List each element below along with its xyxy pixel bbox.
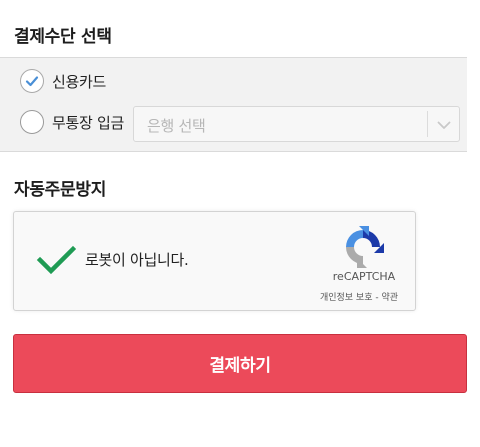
radio-label-bank-transfer: 무통장 입금 xyxy=(52,113,124,132)
radio-checked-icon[interactable] xyxy=(20,69,44,93)
chevron-down-icon[interactable] xyxy=(435,116,453,134)
recaptcha-terms-link[interactable]: 약관 xyxy=(381,293,398,303)
radio-option-credit-card[interactable]: 신용카드 xyxy=(20,69,106,93)
bank-select-dropdown[interactable]: 은행 선택 xyxy=(133,106,460,142)
recaptcha-links: 개인정보 보호 - 약관 xyxy=(306,290,412,303)
anti-bot-title: 자동주문방지 xyxy=(14,180,107,200)
radio-unchecked-icon[interactable] xyxy=(20,110,44,134)
bank-select-divider xyxy=(427,111,428,137)
bank-select-placeholder: 은행 선택 xyxy=(147,117,206,135)
recaptcha-brand: reCAPTCHA xyxy=(332,270,396,283)
recaptcha-checkbox-label: 로봇이 아닙니다. xyxy=(85,251,189,269)
pay-button[interactable]: 결제하기 xyxy=(13,334,467,393)
recaptcha-logo-icon xyxy=(346,226,384,268)
recaptcha-privacy-link[interactable]: 개인정보 보호 xyxy=(320,293,373,303)
recaptcha-checkmark-icon[interactable] xyxy=(36,245,76,277)
radio-option-bank-transfer[interactable]: 무통장 입금 xyxy=(20,110,124,134)
recaptcha-widget: 로봇이 아닙니다. reCAPTCHA 개인정보 보호 - 약관 xyxy=(13,211,416,311)
payment-method-title: 결제수단 선택 xyxy=(14,27,112,47)
radio-label-credit-card: 신용카드 xyxy=(52,72,107,91)
